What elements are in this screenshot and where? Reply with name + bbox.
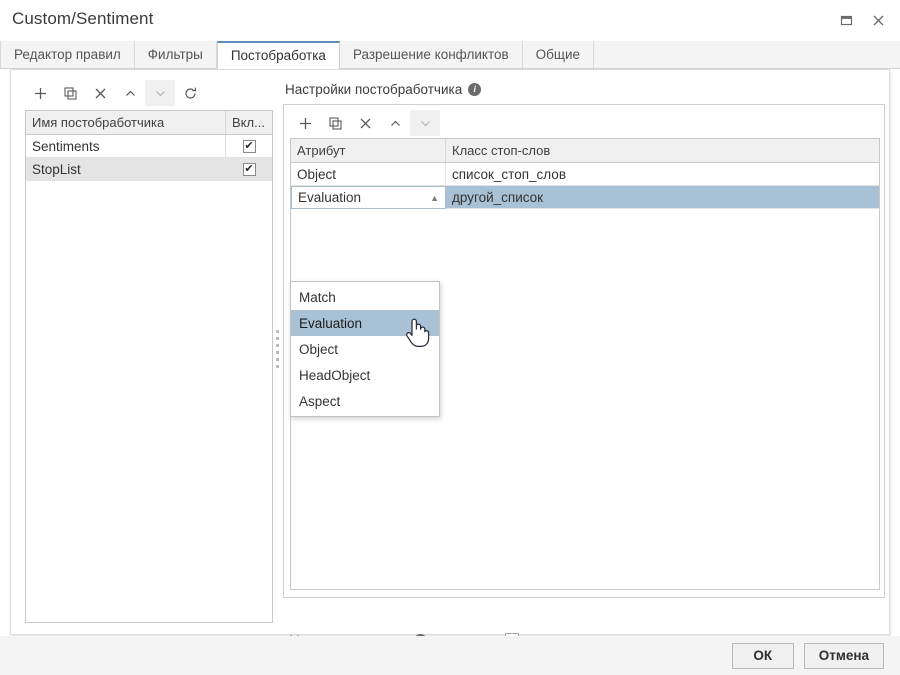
duplicate-icon[interactable]: [320, 110, 350, 136]
dropdown-option-headobject[interactable]: HeadObject: [291, 362, 439, 388]
copy-glyph: [328, 116, 342, 130]
tab-label: Общие: [535, 47, 581, 62]
move-up-icon[interactable]: [115, 80, 145, 106]
tab-filters[interactable]: Фильтры: [134, 41, 217, 68]
info-icon[interactable]: i: [468, 82, 482, 96]
content-panel: Имя постобработчика Вкл... Sentiments ✔ …: [10, 69, 890, 648]
chevron-up-icon[interactable]: ▲: [430, 193, 439, 203]
title-bar: Custom/Sentiment: [0, 0, 900, 40]
attribute-combobox[interactable]: Evaluation ▲: [291, 186, 446, 209]
cell-stopword-class[interactable]: другой_список: [446, 186, 879, 208]
tab-bar: Редактор правил Фильтры Постобработка Ра…: [0, 41, 900, 69]
tab-label: Фильтры: [147, 47, 203, 62]
dropdown-option-evaluation[interactable]: Evaluation: [291, 310, 439, 336]
move-down-icon[interactable]: [410, 110, 440, 136]
dialog-footer: ОК Отмена: [0, 636, 900, 675]
table-header-row: Атрибут Класс стоп-слов: [291, 139, 879, 163]
left-toolbar: [25, 78, 205, 108]
settings-title: Настройки постобработчика: [285, 81, 463, 97]
table-row[interactable]: StopList ✔: [26, 158, 272, 181]
dialog-window: Custom/Sentiment Редактор правил Фильтры: [0, 0, 900, 675]
move-down-icon[interactable]: [145, 80, 175, 106]
tab-general[interactable]: Общие: [522, 41, 595, 68]
column-header-stopword-class: Класс стоп-слов: [452, 143, 551, 158]
postprocessor-table: Имя постобработчика Вкл... Sentiments ✔ …: [25, 110, 273, 623]
plus-glyph: [34, 87, 46, 99]
cell-enabled[interactable]: ✔: [226, 135, 272, 157]
cell-name: Sentiments: [26, 135, 226, 157]
cancel-button[interactable]: Отмена: [803, 642, 884, 669]
close-glyph: [873, 15, 883, 25]
column-header-attribute: Атрибут: [291, 139, 446, 162]
add-icon[interactable]: [25, 80, 55, 106]
dropdown-option-aspect[interactable]: Aspect: [291, 388, 439, 414]
add-icon[interactable]: [290, 110, 320, 136]
refresh-icon[interactable]: [175, 80, 205, 106]
chevron-down-glyph: [155, 90, 165, 96]
tab-label: Постобработка: [230, 48, 326, 63]
tab-rules-editor[interactable]: Редактор правил: [0, 41, 135, 68]
tab-postprocessing[interactable]: Постобработка: [216, 41, 340, 69]
tab-conflict-resolution[interactable]: Разрешение конфликтов: [339, 41, 523, 68]
move-up-icon[interactable]: [380, 110, 410, 136]
dropdown-option-match[interactable]: Match: [291, 284, 439, 310]
cell-name: StopList: [26, 158, 226, 180]
delete-icon[interactable]: [350, 110, 380, 136]
table-row[interactable]: Sentiments ✔: [26, 135, 272, 158]
plus-glyph: [299, 117, 311, 129]
delete-icon[interactable]: [85, 80, 115, 106]
dropdown-option-object[interactable]: Object: [291, 336, 439, 362]
column-header-name: Имя постобработчика: [26, 111, 226, 134]
duplicate-icon[interactable]: [55, 80, 85, 106]
copy-glyph: [63, 86, 77, 100]
refresh-glyph: [184, 87, 196, 99]
settings-toolbar: [290, 108, 440, 138]
chevron-up-glyph: [390, 120, 400, 126]
tab-label: Разрешение конфликтов: [352, 47, 509, 62]
column-header-enabled: Вкл...: [232, 115, 265, 130]
table-row[interactable]: Evaluation ▲ другой_список: [291, 186, 879, 209]
tab-label: Редактор правил: [14, 47, 121, 62]
table-row[interactable]: Object список_стоп_слов: [291, 163, 879, 186]
postprocessor-list-panel: Имя постобработчика Вкл... Sentiments ✔ …: [20, 78, 278, 623]
enabled-checkbox[interactable]: ✔: [242, 162, 256, 176]
ok-button[interactable]: ОК: [731, 642, 794, 669]
restore-icon[interactable]: [832, 8, 860, 32]
cell-attribute-editor[interactable]: Evaluation ▲: [291, 186, 446, 209]
page-title: Custom/Sentiment: [12, 9, 154, 28]
restore-glyph: [840, 15, 852, 25]
table-header-row: Имя постобработчика Вкл...: [26, 111, 272, 135]
cell-enabled[interactable]: ✔: [226, 158, 272, 180]
splitter-grip: [276, 330, 279, 368]
chevron-down-glyph: [420, 120, 430, 126]
cell-stopword-class[interactable]: список_стоп_слов: [446, 163, 879, 185]
x-glyph: [360, 118, 370, 128]
x-glyph: [95, 88, 105, 98]
attribute-dropdown-list[interactable]: Match Evaluation Object HeadObject Aspec…: [290, 281, 440, 417]
settings-header: Настройки постобработчика i: [283, 78, 883, 100]
window-controls: [832, 8, 892, 32]
cell-attribute[interactable]: Object: [291, 163, 446, 185]
combobox-value: Evaluation: [298, 190, 362, 205]
chevron-up-glyph: [125, 90, 135, 96]
enabled-checkbox[interactable]: ✔: [242, 139, 256, 153]
panel-splitter[interactable]: [273, 78, 283, 623]
close-icon[interactable]: [864, 8, 892, 32]
